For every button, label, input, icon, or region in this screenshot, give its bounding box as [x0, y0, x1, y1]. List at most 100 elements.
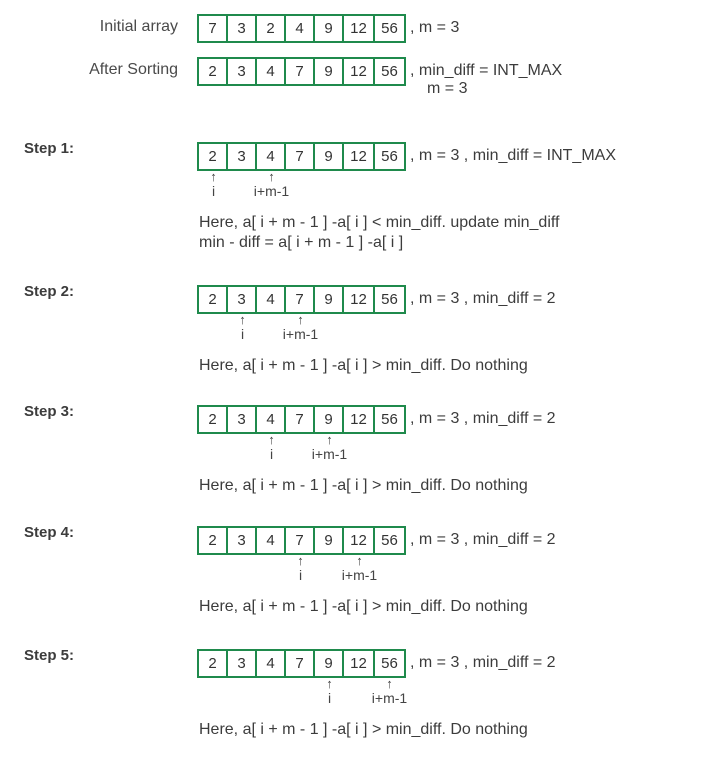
array-cell: 56 — [381, 20, 398, 37]
pointer-label: i — [211, 183, 216, 199]
array-cell: 4 — [257, 287, 286, 312]
initial-array-info: , m = 3 — [410, 19, 460, 36]
pointer-label: i — [298, 567, 303, 583]
step-info: , m = 3 , min_diff = 2 — [410, 410, 556, 427]
pointer-i: ↑ i — [271, 553, 331, 583]
array-cell: 9 — [315, 59, 344, 84]
array-cell: 3 — [228, 651, 257, 676]
step-info: , m = 3 , min_diff = 2 — [410, 290, 556, 307]
sorted-array-info-line2: m = 3 — [427, 80, 468, 97]
array-cell: 2 — [199, 651, 228, 676]
array-cell: 2 — [257, 16, 286, 41]
array-cell: 7 — [286, 144, 315, 169]
up-arrow-icon: ↑ — [268, 432, 275, 447]
pointer-label: i — [240, 326, 245, 342]
array-cell: 3 — [228, 287, 257, 312]
array-cell: 9 — [315, 407, 344, 432]
array-cell: 2 — [199, 407, 228, 432]
array-cell: 2 — [199, 287, 228, 312]
step-note: Here, a[ i + m - 1 ] -a[ i ] > min_diff.… — [199, 357, 528, 374]
array-cell: 12 — [344, 144, 375, 169]
array-cell: 4 — [257, 528, 286, 553]
pointer-i-m-1: ↑ i+m-1 — [360, 676, 420, 706]
pointer-label: i+m-1 — [282, 326, 319, 342]
pointer-i: ↑ i — [213, 312, 273, 342]
array-cell: 12 — [344, 287, 375, 312]
pointer-label: i+m-1 — [341, 567, 378, 583]
up-arrow-icon: ↑ — [386, 676, 393, 691]
up-arrow-icon: ↑ — [356, 553, 363, 568]
step-array: 2 3 4 7 9 12 56 — [197, 649, 406, 678]
initial-array-label: Initial array — [99, 18, 178, 35]
pointer-i-m-1: ↑ i+m-1 — [242, 169, 302, 199]
array-cell: 12 — [344, 59, 375, 84]
array-cell: 56 — [381, 63, 398, 80]
step-note: Here, a[ i + m - 1 ] -a[ i ] > min_diff.… — [199, 598, 528, 615]
array-cell: 12 — [344, 407, 375, 432]
up-arrow-icon: ↑ — [326, 432, 333, 447]
array-cell: 7 — [286, 287, 315, 312]
array-cell: 12 — [344, 16, 375, 41]
pointer-i-m-1: ↑ i+m-1 — [300, 432, 360, 462]
step-info: , m = 3 , min_diff = 2 — [410, 531, 556, 548]
pointer-label: i — [327, 690, 332, 706]
array-cell: 4 — [257, 651, 286, 676]
array-cell: 56 — [381, 148, 398, 165]
pointer-label: i+m-1 — [253, 183, 290, 199]
step-info: , m = 3 , min_diff = 2 — [410, 654, 556, 671]
array-cell: 3 — [228, 16, 257, 41]
step-label: Step 3: — [24, 403, 75, 420]
up-arrow-icon: ↑ — [268, 169, 275, 184]
step-array: 2 3 4 7 9 12 56 — [197, 526, 406, 555]
array-cell: 3 — [228, 144, 257, 169]
step-array: 2 3 4 7 9 12 56 — [197, 405, 406, 434]
array-cell: 4 — [257, 59, 286, 84]
array-cell: 3 — [228, 528, 257, 553]
array-cell: 12 — [344, 528, 375, 553]
up-arrow-icon: ↑ — [326, 676, 333, 691]
array-cell: 9 — [315, 651, 344, 676]
array-cell: 7 — [199, 16, 228, 41]
up-arrow-icon: ↑ — [239, 312, 246, 327]
step-info: , m = 3 , min_diff = INT_MAX — [410, 147, 616, 164]
step-label: Step 5: — [24, 647, 75, 664]
after-sorting-label: After Sorting — [89, 61, 178, 78]
array-cell: 9 — [315, 144, 344, 169]
array-cell: 3 — [228, 407, 257, 432]
array-cell: 9 — [315, 287, 344, 312]
step-label: Step 1: — [24, 140, 75, 157]
array-cell: 2 — [199, 59, 228, 84]
step-note: Here, a[ i + m - 1 ] -a[ i ] > min_diff.… — [199, 721, 528, 738]
pointer-i-m-1: ↑ i+m-1 — [330, 553, 390, 583]
array-cell: 7 — [286, 651, 315, 676]
sorted-array-info-line1: , min_diff = INT_MAX — [410, 62, 563, 79]
array-cell: 12 — [344, 651, 375, 676]
array-cell: 56 — [381, 655, 398, 672]
step-note: min - diff = a[ i + m - 1 ] -a[ i ] — [199, 234, 404, 251]
pointer-i: ↑ i — [300, 676, 360, 706]
array-cell: 56 — [381, 291, 398, 308]
up-arrow-icon: ↑ — [297, 553, 304, 568]
step-note: Here, a[ i + m - 1 ] -a[ i ] < min_diff.… — [199, 214, 560, 231]
sorted-array: 2 3 4 7 9 12 56 — [197, 57, 406, 86]
up-arrow-icon: ↑ — [210, 169, 217, 184]
pointer-label: i+m-1 — [311, 446, 348, 462]
pointer-i: ↑ i — [242, 432, 302, 462]
array-cell: 3 — [228, 59, 257, 84]
array-cell: 4 — [257, 144, 286, 169]
step-label: Step 2: — [24, 283, 75, 300]
array-cell: 4 — [257, 407, 286, 432]
initial-array: 7 3 2 4 9 12 56 — [197, 14, 406, 43]
array-cell: 7 — [286, 59, 315, 84]
step-label: Step 4: — [24, 524, 75, 541]
pointer-label: i+m-1 — [371, 690, 408, 706]
array-cell: 7 — [286, 528, 315, 553]
pointer-i: ↑ i — [184, 169, 244, 199]
up-arrow-icon: ↑ — [297, 312, 304, 327]
array-cell: 56 — [381, 411, 398, 428]
array-cell: 56 — [381, 532, 398, 549]
step-array: 2 3 4 7 9 12 56 — [197, 285, 406, 314]
step-note: Here, a[ i + m - 1 ] -a[ i ] > min_diff.… — [199, 477, 528, 494]
step-array: 2 3 4 7 9 12 56 — [197, 142, 406, 171]
array-cell: 9 — [315, 16, 344, 41]
